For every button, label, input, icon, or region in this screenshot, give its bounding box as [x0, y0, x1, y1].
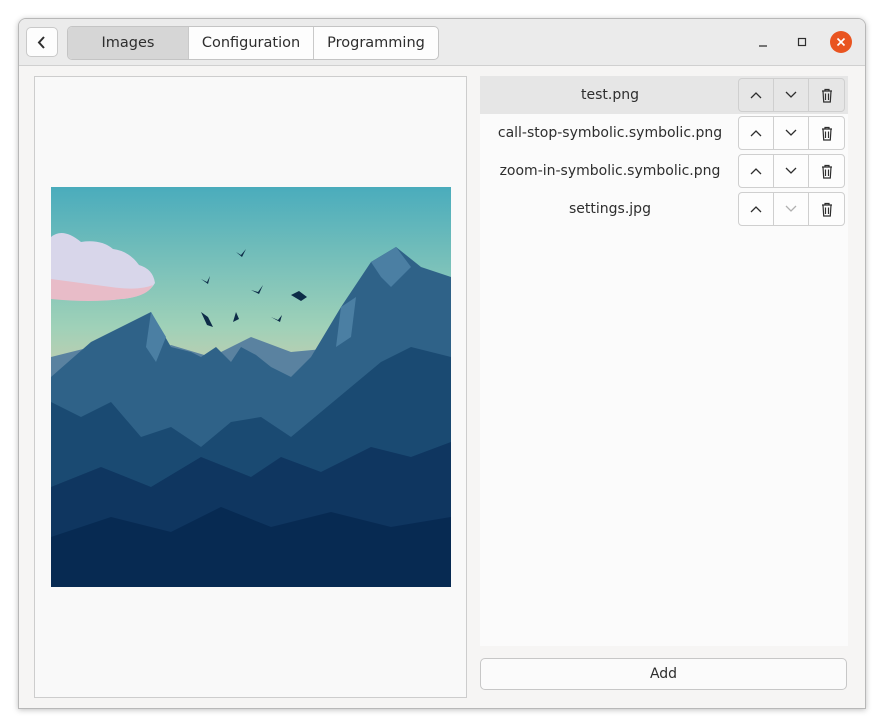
list-item[interactable]: call-stop-symbolic.symbolic.png [480, 114, 848, 152]
chevron-down-icon [785, 167, 797, 174]
chevron-down-icon [785, 129, 797, 136]
row-controls [738, 192, 845, 226]
move-down-button[interactable] [774, 155, 809, 187]
chevron-left-icon [37, 36, 45, 49]
list-item[interactable]: zoom-in-symbolic.symbolic.png [480, 152, 848, 190]
move-down-button[interactable] [774, 193, 809, 225]
image-list: test.png call-stop-symbolic.symbolic.png [480, 76, 848, 646]
mountain-image-preview [51, 187, 451, 587]
minimize-icon [759, 45, 767, 47]
delete-button[interactable] [809, 155, 844, 187]
delete-button[interactable] [809, 193, 844, 225]
chevron-up-icon [750, 168, 762, 175]
move-up-button[interactable] [739, 155, 774, 187]
move-up-button[interactable] [739, 79, 774, 111]
image-preview-panel [34, 76, 467, 698]
trash-icon [821, 202, 832, 217]
move-down-button[interactable] [774, 79, 809, 111]
minimize-button[interactable] [752, 31, 774, 53]
move-down-button[interactable] [774, 117, 809, 149]
trash-icon [821, 164, 832, 179]
row-controls [738, 116, 845, 150]
tab-bar: Images Configuration Programming [67, 26, 439, 60]
close-icon [836, 37, 846, 47]
header-bar: Images Configuration Programming [19, 19, 865, 66]
row-controls [738, 154, 845, 188]
move-up-button[interactable] [739, 117, 774, 149]
tab-programming[interactable]: Programming [314, 27, 438, 59]
row-controls [738, 78, 845, 112]
list-item-name: zoom-in-symbolic.symbolic.png [499, 163, 721, 179]
delete-button[interactable] [809, 117, 844, 149]
delete-button[interactable] [809, 79, 844, 111]
tab-images[interactable]: Images [68, 27, 189, 59]
maximize-button[interactable] [791, 31, 813, 53]
list-item-name: call-stop-symbolic.symbolic.png [497, 125, 723, 141]
chevron-up-icon [750, 92, 762, 99]
close-button[interactable] [830, 31, 852, 53]
list-item-name: settings.jpg [569, 201, 651, 217]
tab-configuration[interactable]: Configuration [189, 27, 314, 59]
move-up-button[interactable] [739, 193, 774, 225]
list-item[interactable]: test.png [480, 76, 848, 114]
list-item-name: test.png [581, 87, 639, 103]
chevron-up-icon [750, 206, 762, 213]
trash-icon [821, 88, 832, 103]
back-button[interactable] [26, 27, 58, 57]
chevron-up-icon [750, 130, 762, 137]
chevron-down-icon [785, 91, 797, 98]
app-window: Images Configuration Programming test.pn… [18, 18, 866, 709]
chevron-down-icon [785, 205, 797, 212]
add-button[interactable]: Add [480, 658, 847, 690]
list-item[interactable]: settings.jpg [480, 190, 848, 228]
maximize-icon [797, 37, 807, 47]
trash-icon [821, 126, 832, 141]
